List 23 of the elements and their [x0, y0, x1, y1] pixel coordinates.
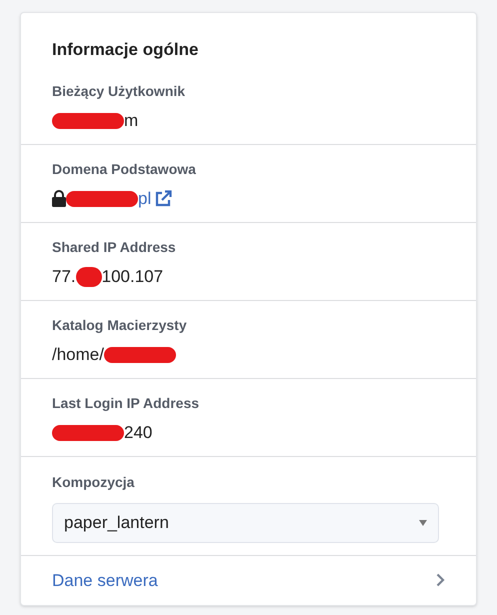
field-label: Katalog Macierzysty: [52, 316, 188, 335]
domain-link[interactable]: pl: [138, 188, 152, 210]
field-label: Last Login IP Address: [52, 394, 200, 413]
redaction-mark: [52, 424, 124, 440]
chevron-right-icon: [436, 573, 445, 588]
dropdown-caret-icon: [419, 520, 427, 526]
field-label: Kompozycja: [52, 472, 136, 492]
lock-icon: [52, 190, 66, 207]
field-value: /home/: [52, 344, 104, 366]
theme-select[interactable]: paper_lantern: [52, 502, 439, 542]
card-title: Informacje ogólne: [51, 39, 200, 61]
field-value: 100.107: [102, 266, 164, 288]
redaction-mark: [66, 190, 138, 206]
field-value: 77.: [52, 266, 76, 288]
field-value: m: [124, 110, 138, 132]
field-label: Shared IP Address: [52, 238, 177, 256]
external-link-icon[interactable]: [155, 190, 172, 207]
redaction-mark: [76, 266, 102, 286]
field-label: Bieżący Użytkownik: [52, 82, 186, 101]
field-value: 240: [124, 422, 152, 444]
field-label: Domena Podstawowa: [52, 160, 197, 178]
redaction-mark: [52, 112, 124, 128]
server-info-link[interactable]: Dane serwera: [21, 554, 476, 605]
